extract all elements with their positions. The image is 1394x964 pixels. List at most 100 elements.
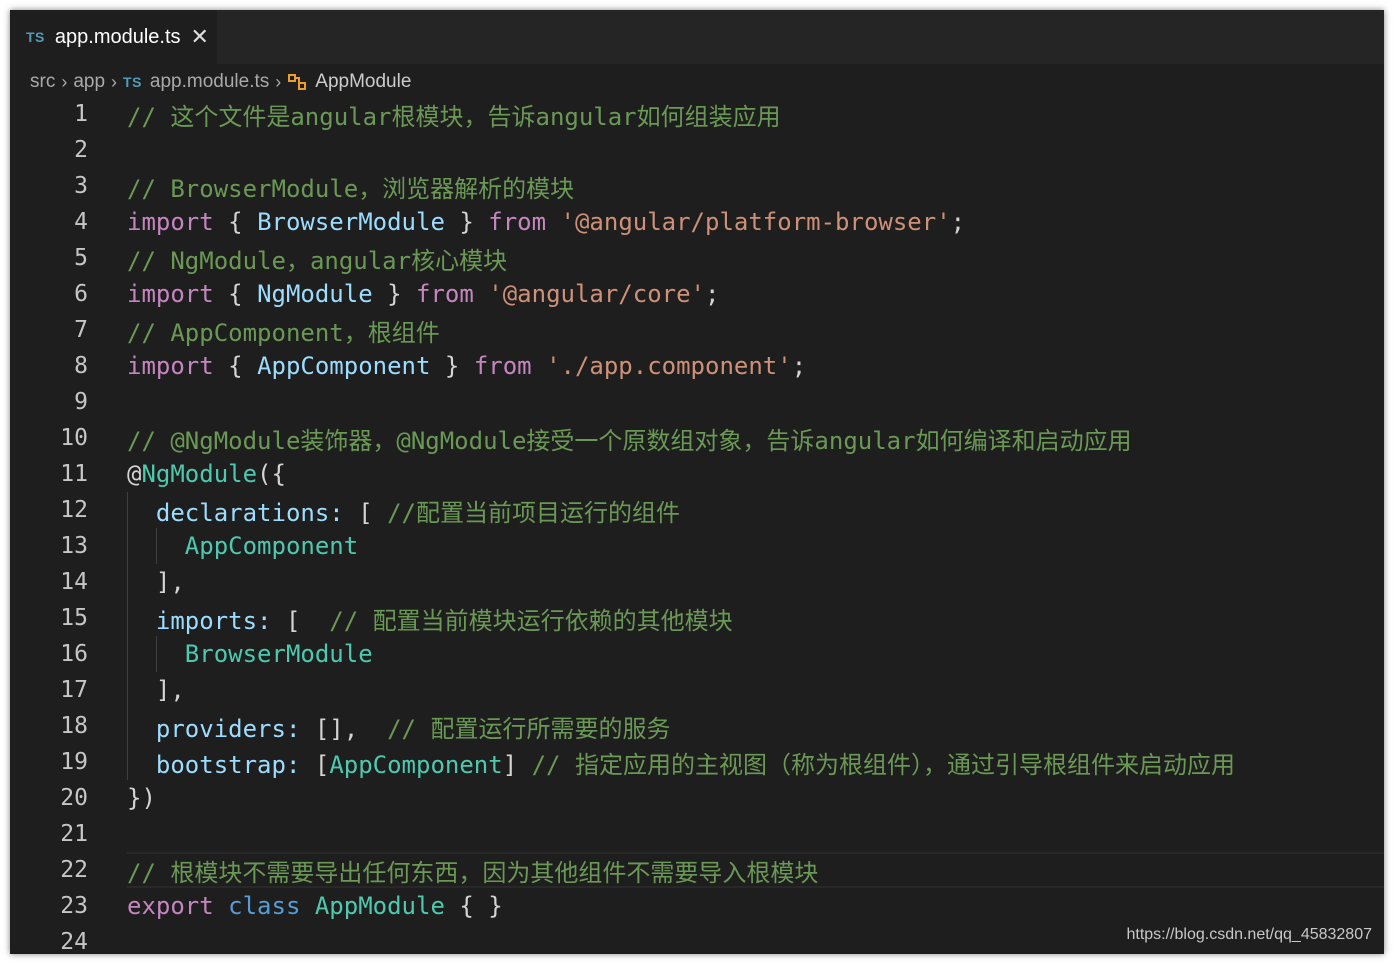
line-number: 18 [60, 713, 88, 739]
code-line[interactable]: 13 AppComponent [10, 528, 1384, 564]
tab-title: app.module.ts [54, 25, 181, 48]
code-token: // BrowserModule，浏览器解析的模块 [127, 174, 575, 203]
class-symbol-icon [287, 72, 307, 92]
code-token: } [430, 352, 474, 380]
code-token: { [213, 208, 258, 236]
code-line[interactable]: 10 // @NgModule装饰器，@NgModule接受一个原数组对象，告诉a… [10, 420, 1384, 456]
code-line[interactable]: 8 import { AppComponent } from './app.com… [10, 348, 1384, 384]
code-line[interactable]: 4 import { BrowserModule } from '@angular… [10, 204, 1384, 240]
code-line[interactable]: 12 declarations: [ //配置当前项目运行的组件 [10, 492, 1384, 528]
code-token: // NgModule，angular核心模块 [127, 246, 508, 275]
code-line[interactable]: 22 // 根模块不需要导出任何东西，因为其他组件不需要导入根模块 [10, 852, 1384, 888]
code-token: [ [300, 750, 330, 779]
code-token: [ [271, 606, 330, 635]
line-number: 22 [60, 857, 88, 883]
breadcrumb-symbol[interactable]: AppModule [315, 71, 411, 93]
code-text: @NgModule({ [127, 460, 286, 488]
code-line[interactable]: 2 [10, 132, 1384, 168]
line-number: 17 [60, 677, 88, 703]
code-token: // 配置当前模块运行依赖的其他模块 [329, 606, 733, 635]
line-number: 13 [60, 533, 88, 559]
code-line[interactable]: 1 // 这个文件是angular根模块，告诉angular如何组装应用 [10, 96, 1384, 132]
code-line[interactable]: 21 [10, 816, 1384, 852]
code-token: export [127, 892, 214, 920]
code-token: from [473, 352, 532, 380]
breadcrumb-src[interactable]: src [30, 71, 55, 93]
close-icon[interactable]: ✕ [191, 24, 209, 50]
breadcrumb-file[interactable]: app.module.ts [150, 71, 269, 93]
chevron-right-icon: › [61, 71, 68, 92]
code-line[interactable]: 17 ], [10, 672, 1384, 708]
watermark-text: https://blog.csdn.net/qq_45832807 [1126, 926, 1372, 943]
code-text: // AppComponent，根组件 [127, 313, 440, 348]
code-token: NgModule [141, 460, 258, 488]
breadcrumb-app[interactable]: app [73, 71, 105, 93]
code-token: //配置当前项目运行的组件 [387, 498, 681, 527]
code-token: ] [502, 750, 532, 779]
code-token: providers: [155, 714, 301, 743]
code-token: ], [127, 568, 185, 596]
code-text: providers: [], // 配置运行所需要的服务 [127, 709, 671, 744]
line-number: 23 [60, 893, 88, 919]
code-line[interactable]: 7 // AppComponent，根组件 [10, 312, 1384, 348]
code-token: { } [444, 892, 503, 920]
code-line[interactable]: 19 bootstrap: [AppComponent] // 指定应用的主视图… [10, 744, 1384, 780]
code-editor[interactable]: 1// 这个文件是angular根模块，告诉angular如何组装应用 2 3// … [10, 96, 1384, 954]
code-text: BrowserModule [127, 640, 373, 668]
line-number: 11 [60, 461, 88, 487]
code-line[interactable]: 16 BrowserModule [10, 636, 1384, 672]
indent-guide [156, 636, 158, 672]
line-number: 14 [60, 569, 88, 595]
tab-app-module[interactable]: TS app.module.ts ✕ [10, 10, 217, 64]
code-text: import { AppComponent } from './app.comp… [127, 352, 806, 380]
tab-bar: TS app.module.ts ✕ [10, 10, 1384, 64]
code-text: declarations: [ //配置当前项目运行的组件 [127, 493, 680, 528]
code-token: import [127, 208, 214, 236]
line-number: 4 [74, 209, 88, 235]
line-number: 15 [60, 605, 88, 631]
code-token: AppComponent [257, 352, 431, 380]
code-token: BrowserModule [257, 208, 445, 236]
code-line[interactable]: 9 [10, 384, 1384, 420]
chevron-right-icon: › [111, 71, 118, 92]
code-token: declarations: [155, 498, 344, 527]
code-token: imports: [155, 606, 272, 635]
code-text: // BrowserModule，浏览器解析的模块 [127, 169, 574, 204]
code-token: // 指定应用的主视图（称为根组件），通过引导根组件来启动应用 [531, 750, 1235, 779]
code-token: { [213, 352, 258, 380]
typescript-file-icon: TS [26, 29, 45, 45]
code-token: AppComponent [329, 750, 503, 779]
line-number: 9 [74, 389, 88, 415]
code-token: } [444, 208, 489, 236]
code-line[interactable]: 11 @NgModule({ [10, 456, 1384, 492]
code-line[interactable]: 5 // NgModule，angular核心模块 [10, 240, 1384, 276]
code-line[interactable]: 14 ], [10, 564, 1384, 600]
line-number: 20 [60, 785, 88, 811]
code-token: [], [300, 714, 388, 743]
breadcrumb: src › app › TS app.module.ts › AppModule [10, 64, 1384, 100]
code-line[interactable]: 15 imports: [ // 配置当前模块运行依赖的其他模块 [10, 600, 1384, 636]
code-text: imports: [ // 配置当前模块运行依赖的其他模块 [127, 601, 733, 636]
code-token: class [228, 892, 301, 920]
code-line[interactable]: 20}) [10, 780, 1384, 816]
code-token: AppModule [314, 892, 445, 920]
code-line[interactable]: 18 providers: [], // 配置运行所需要的服务 [10, 708, 1384, 744]
code-token: // 这个文件是angular根模块，告诉angular如何组装应用 [127, 102, 781, 131]
line-number: 24 [60, 929, 88, 954]
code-token: // 配置运行所需要的服务 [387, 714, 671, 743]
line-number: 12 [60, 497, 88, 523]
code-line[interactable]: 3 // BrowserModule，浏览器解析的模块 [10, 168, 1384, 204]
typescript-file-icon: TS [123, 74, 142, 90]
line-number: 1 [74, 101, 88, 127]
code-text: // 这个文件是angular根模块，告诉angular如何组装应用 [127, 97, 781, 132]
code-token: // AppComponent，根组件 [127, 318, 440, 347]
code-line[interactable]: 6 import { NgModule } from '@angular/core… [10, 276, 1384, 312]
editor-window: TS app.module.ts ✕ src › app › TS app.mo… [10, 10, 1384, 954]
code-line[interactable]: 23 export class AppModule { } [10, 888, 1384, 924]
code-token: '@angular/platform-browser' [560, 208, 951, 236]
